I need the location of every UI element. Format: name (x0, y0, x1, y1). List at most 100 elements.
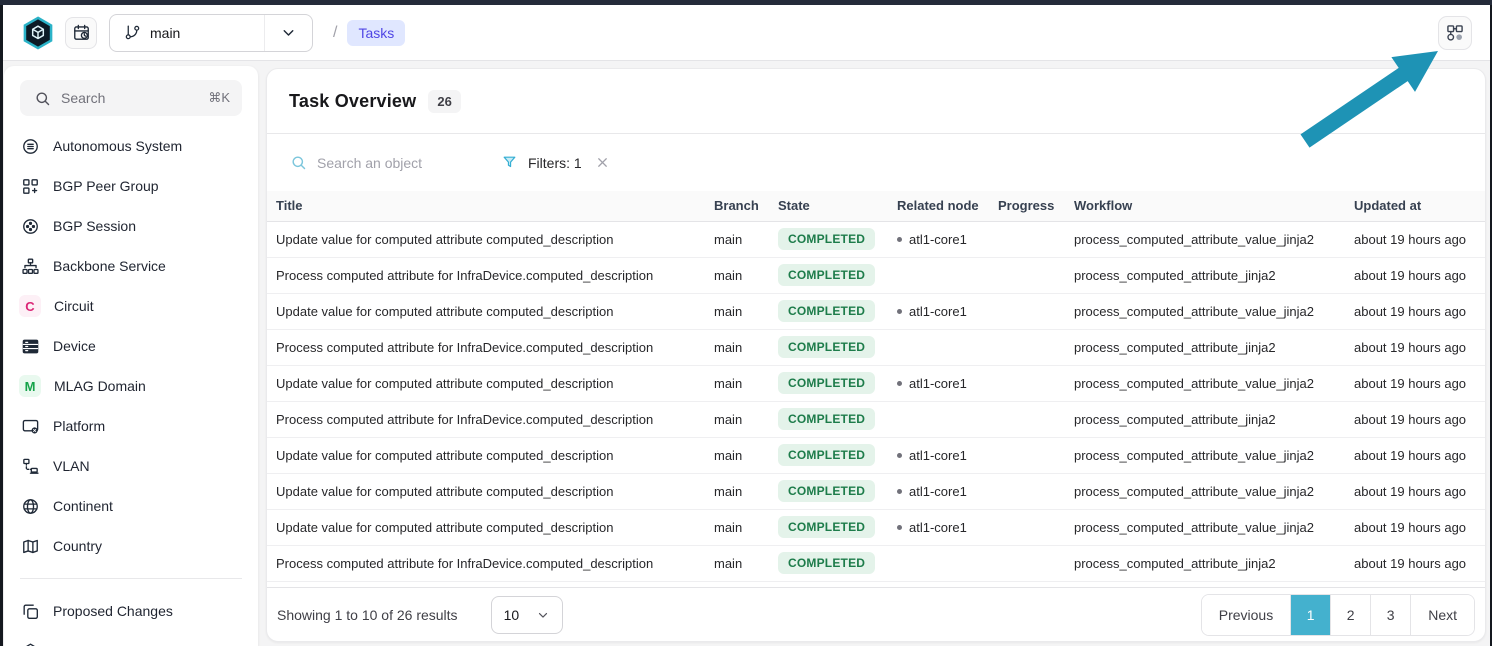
infrahub-logo-icon[interactable] (21, 16, 55, 50)
node-dot-icon (897, 381, 902, 386)
x-icon (595, 155, 610, 170)
task-title: Process computed attribute for InfraDevi… (267, 545, 714, 581)
page-button-2[interactable]: 2 (1330, 595, 1370, 635)
branch-dropdown-toggle[interactable] (264, 15, 312, 51)
sidebar-item-platform[interactable]: Platform (4, 406, 258, 446)
table-row[interactable]: Process computed attribute for InfraDevi… (267, 401, 1485, 437)
branch-selector[interactable]: main (109, 14, 313, 52)
task-updated-at: about 19 hours ago (1354, 221, 1485, 257)
sidebar-item-device[interactable]: Device (4, 326, 258, 366)
branch-selector-value[interactable]: main (110, 23, 264, 43)
table-row[interactable]: Update value for computed attribute comp… (267, 293, 1485, 329)
sidebar-item-bgp-peer-group[interactable]: BGP Peer Group (4, 166, 258, 206)
sidebar-item-backbone-service[interactable]: Backbone Service (4, 246, 258, 286)
breadcrumb-separator: / (333, 24, 337, 42)
task-updated-at: about 19 hours ago (1354, 509, 1485, 545)
sidebar-item-label: BGP Peer Group (53, 178, 159, 194)
node-dot-icon (897, 453, 902, 458)
task-branch: main (714, 473, 778, 509)
status-badge: COMPLETED (778, 372, 875, 394)
task-state: COMPLETED (778, 365, 897, 401)
next-page-button[interactable]: Next (1410, 595, 1474, 635)
status-badge: COMPLETED (778, 516, 875, 538)
table-row[interactable]: Process computed attribute for InfraDevi… (267, 257, 1485, 293)
task-state: COMPLETED (778, 545, 897, 581)
task-related-node: atl1-core1 (897, 509, 998, 545)
task-state: COMPLETED (778, 257, 897, 293)
task-progress (998, 437, 1074, 473)
task-related-node: atl1-core1 (897, 365, 998, 401)
status-badge: COMPLETED (778, 300, 875, 322)
task-workflow: process_computed_attribute_value_jinja2 (1074, 437, 1354, 473)
table-row[interactable]: Update value for computed attribute comp… (267, 365, 1485, 401)
table-row[interactable]: Process computed attribute for InfraDevi… (267, 329, 1485, 365)
task-updated-at: about 19 hours ago (1354, 473, 1485, 509)
task-state: COMPLETED (778, 401, 897, 437)
column-header-workflow: Workflow (1074, 191, 1354, 221)
chevron-down-icon (279, 23, 299, 43)
column-header-branch: Branch (714, 191, 778, 221)
sidebar-search-input[interactable]: Search ⌘K (20, 80, 242, 116)
page-button-3[interactable]: 3 (1370, 595, 1410, 635)
sidebar-item-object-management[interactable]: Object Management (4, 631, 258, 646)
task-updated-at: about 19 hours ago (1354, 329, 1485, 365)
task-branch: main (714, 257, 778, 293)
sidebar-item-label: Backbone Service (53, 258, 166, 274)
task-progress (998, 293, 1074, 329)
task-updated-at: about 19 hours ago (1354, 437, 1485, 473)
sidebar-item-bgp-session[interactable]: BGP Session (4, 206, 258, 246)
page-size-select[interactable]: 10 (491, 596, 563, 634)
vlan-icon (20, 456, 40, 476)
object-management-icon (20, 641, 40, 646)
task-workflow: process_computed_attribute_jinja2 (1074, 329, 1354, 365)
task-overview-panel: Task Overview 26 Search an object Filter… (266, 68, 1486, 642)
object-search-input[interactable]: Search an object (288, 153, 499, 173)
sidebar-item-circuit[interactable]: CCircuit (4, 286, 258, 326)
task-updated-at: about 19 hours ago (1354, 545, 1485, 581)
table-row[interactable]: Update value for computed attribute comp… (267, 509, 1485, 545)
git-branch-icon (122, 23, 142, 43)
table-row[interactable]: Update value for computed attribute comp… (267, 473, 1485, 509)
previous-page-button[interactable]: Previous (1202, 595, 1290, 635)
task-state: COMPLETED (778, 437, 897, 473)
task-related-node: atl1-core1 (897, 221, 998, 257)
clear-filters-button[interactable] (595, 155, 610, 170)
window-title-strip (0, 0, 1492, 5)
sidebar-item-vlan[interactable]: VLAN (4, 446, 258, 486)
task-state: COMPLETED (778, 473, 897, 509)
branch-name: main (150, 25, 180, 41)
sidebar-item-label: Circuit (54, 298, 94, 314)
sidebar-footer-nav: Proposed ChangesObject Management (4, 591, 258, 646)
breadcrumb-tasks[interactable]: Tasks (347, 20, 405, 46)
table-row[interactable]: Update value for computed attribute comp… (267, 437, 1485, 473)
status-badge: COMPLETED (778, 228, 875, 250)
task-progress (998, 545, 1074, 581)
calendar-clock-button[interactable] (65, 17, 97, 49)
task-branch: main (714, 329, 778, 365)
page-button-1[interactable]: 1 (1290, 595, 1330, 635)
filters-control[interactable]: Filters: 1 (499, 153, 610, 173)
sidebar-item-mlag-domain[interactable]: MMLAG Domain (4, 366, 258, 406)
schema-visualizer-button[interactable] (1438, 16, 1472, 50)
table-row[interactable]: Process computed attribute for InfraDevi… (267, 545, 1485, 581)
sidebar-item-country[interactable]: Country (4, 526, 258, 566)
bgp-peer-group-icon (20, 176, 40, 196)
task-state: COMPLETED (778, 293, 897, 329)
task-related-node: atl1-core1 (897, 293, 998, 329)
table-row[interactable]: Update value for computed attribute comp… (267, 221, 1485, 257)
platform-icon (20, 416, 40, 436)
task-title: Update value for computed attribute comp… (267, 437, 714, 473)
task-progress (998, 401, 1074, 437)
autonomous-system-icon (20, 136, 40, 156)
task-related-node: atl1-core1 (897, 473, 998, 509)
sidebar-item-autonomous-system[interactable]: Autonomous System (4, 126, 258, 166)
sidebar-item-continent[interactable]: Continent (4, 486, 258, 526)
tasks-table: TitleBranchStateRelated nodeProgressWork… (267, 191, 1485, 582)
sidebar-item-proposed-changes[interactable]: Proposed Changes (4, 591, 258, 631)
sidebar-item-label: VLAN (53, 458, 90, 474)
task-workflow: process_computed_attribute_value_jinja2 (1074, 365, 1354, 401)
page-size-value: 10 (504, 607, 520, 623)
search-icon (32, 88, 52, 108)
filters-label: Filters: 1 (528, 155, 582, 171)
task-title: Update value for computed attribute comp… (267, 221, 714, 257)
